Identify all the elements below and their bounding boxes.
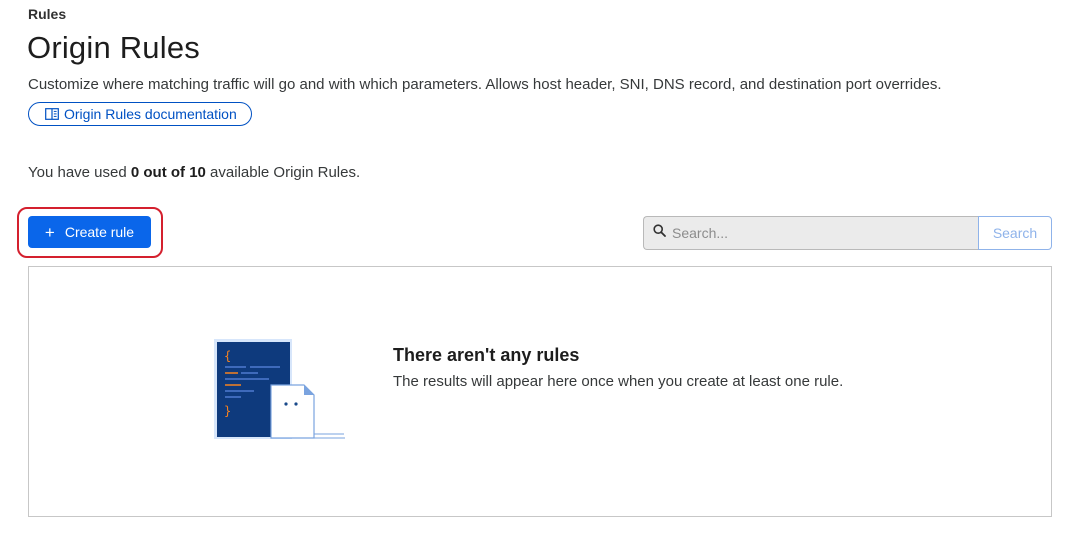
- breadcrumb: Rules: [28, 6, 67, 22]
- page-title: Origin Rules: [27, 30, 200, 65]
- documentation-link[interactable]: Origin Rules documentation: [28, 102, 252, 126]
- svg-text:{: {: [224, 349, 231, 363]
- search-input[interactable]: [672, 225, 962, 241]
- search-field[interactable]: [643, 216, 979, 250]
- book-icon: [45, 108, 59, 120]
- create-rule-button[interactable]: + Create rule: [28, 216, 151, 248]
- documentation-link-label: Origin Rules documentation: [64, 106, 237, 122]
- plus-icon: +: [44, 222, 55, 242]
- search-button[interactable]: Search: [978, 216, 1052, 250]
- usage-summary: You have used 0 out of 10 available Orig…: [28, 164, 360, 181]
- usage-suffix: available Origin Rules.: [205, 164, 361, 181]
- usage-count: 0 out of 10: [130, 164, 206, 181]
- page-description: Customize where matching traffic will go…: [28, 76, 942, 93]
- svg-text:}: }: [224, 404, 231, 418]
- rules-list-panel: { } There aren't any rules The results w…: [28, 266, 1052, 517]
- search-icon: [653, 224, 666, 242]
- code-document-illustration: { }: [214, 338, 346, 445]
- usage-prefix: You have used: [28, 164, 131, 181]
- empty-state-title: There aren't any rules: [393, 345, 580, 365]
- empty-state-subtitle: The results will appear here once when y…: [393, 373, 844, 390]
- create-rule-label: Create rule: [64, 224, 135, 240]
